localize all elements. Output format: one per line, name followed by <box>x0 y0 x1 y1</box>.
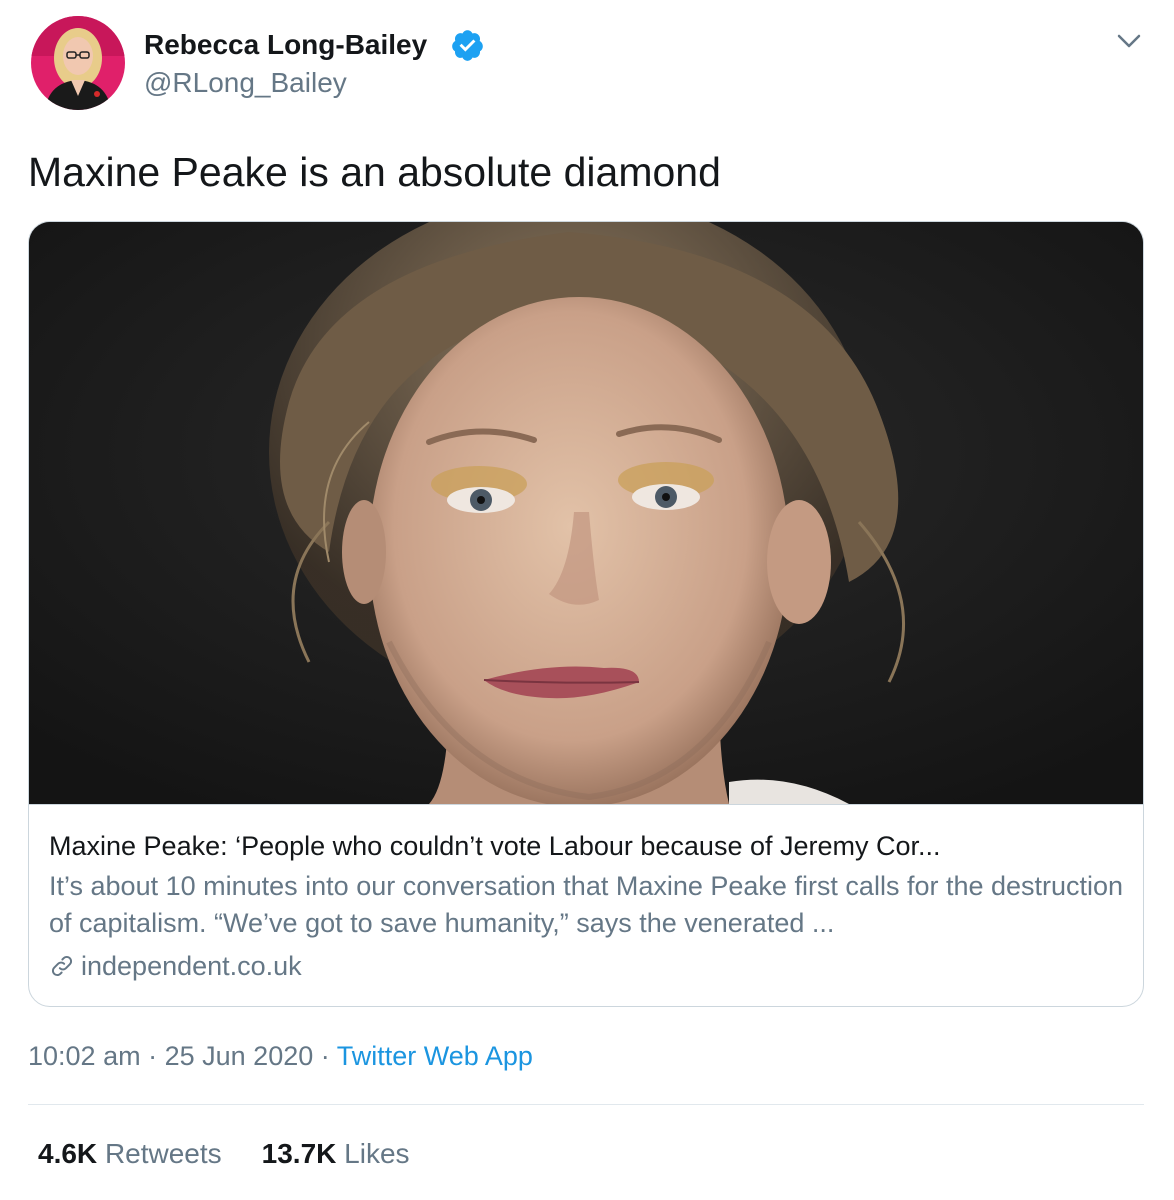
retweets-label: Retweets <box>104 1138 222 1169</box>
tweet-source-link[interactable]: Twitter Web App <box>337 1041 533 1071</box>
tweet-meta: 10:02 am · 25 Jun 2020 · Twitter Web App <box>28 1037 533 1075</box>
card-domain-text: independent.co.uk <box>81 951 302 981</box>
link-icon <box>51 955 73 977</box>
link-preview-card[interactable]: Maxine Peake: ‘People who couldn’t vote … <box>28 221 1144 1007</box>
retweets-count: 4.6K <box>38 1138 98 1169</box>
author-handle[interactable]: @RLong_Bailey <box>144 66 347 100</box>
portrait-photo <box>29 222 1143 804</box>
tweet-date[interactable]: 25 Jun 2020 <box>165 1041 314 1071</box>
likes-label: Likes <box>344 1138 410 1169</box>
meta-separator: · <box>320 1041 330 1071</box>
chevron-down-icon[interactable] <box>1112 24 1146 58</box>
divider <box>28 1104 1144 1105</box>
author-name[interactable]: Rebecca Long-Bailey <box>144 28 427 62</box>
likes-count: 13.7K <box>261 1138 337 1169</box>
meta-separator: · <box>148 1041 158 1071</box>
tweet-stats: 4.6K Retweets 13.7K Likes <box>38 1134 410 1174</box>
card-title: Maxine Peake: ‘People who couldn’t vote … <box>49 831 941 861</box>
retweets-stat[interactable]: 4.6K Retweets <box>38 1138 222 1169</box>
card-domain: independent.co.uk <box>49 948 302 984</box>
avatar-image <box>31 16 125 110</box>
likes-stat[interactable]: 13.7K Likes <box>262 1138 410 1169</box>
card-description: It’s about 10 minutes into our conversat… <box>49 871 1124 938</box>
author-avatar[interactable] <box>31 16 125 110</box>
card-image <box>29 222 1143 805</box>
tweet-text: Maxine Peake is an absolute diamond <box>28 149 721 195</box>
verified-badge-icon <box>452 30 483 61</box>
tweet-time[interactable]: 10:02 am <box>28 1041 141 1071</box>
